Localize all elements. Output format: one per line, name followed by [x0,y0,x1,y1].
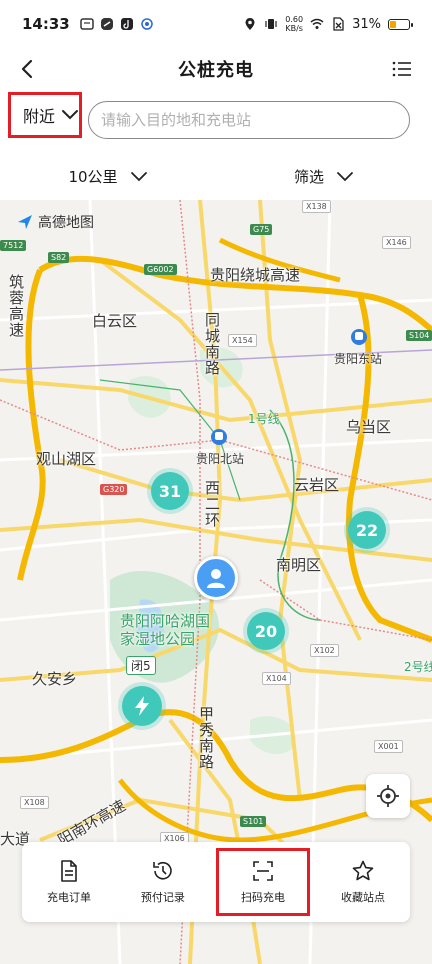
map-label-jiuan: 久安乡 [32,670,78,688]
road-shield: S101 [240,816,267,827]
map-label-baiyun: 白云区 [92,312,138,330]
filter-row: 10公里 筛选 [0,152,432,200]
road-shield: X138 [302,200,331,213]
status-bar: 14:33 0.60 KB/s 31% [0,0,432,48]
road-shield: G320 [100,484,128,495]
map-label-wetland: 贵阳阿哈湖国家湿地公园 [120,612,211,648]
map-label-line1: 1号线 [248,412,280,426]
amap-logo-icon [18,215,32,229]
map-label-nanming: 南明区 [276,556,322,574]
battery-icon [388,18,413,30]
chevron-down-icon [337,171,353,181]
road-shield: G6002 [144,264,177,275]
search-row: 附近 [0,90,432,152]
title-bar: 公桩充电 [0,48,432,90]
network-speed: 0.60 KB/s [285,15,303,33]
net-speed-unit: KB/s [285,24,303,33]
map-label-xier: 西二环 [203,480,221,528]
notification-app-icon [100,18,113,30]
search-box[interactable] [88,101,410,139]
status-right: 0.60 KB/s 31% [243,15,413,33]
filter-label: 筛选 [293,167,324,186]
favorite-stations-button[interactable]: 收藏站点 [316,842,410,922]
net-speed-value: 0.60 [285,15,304,24]
no-sim-icon [333,17,344,31]
app-icon [141,18,153,30]
notification-icons [80,17,154,31]
history-icon [153,861,172,880]
train-station-icon [211,429,227,445]
station-cluster[interactable]: 22 [348,511,386,549]
locate-button[interactable] [366,774,410,818]
map-label-tongcheng: 同城南路 [203,312,221,376]
road-shield: X001 [374,740,403,753]
location-icon [245,18,255,30]
map-label-zhurong: 筑蓉高速 [7,274,25,338]
prepay-history-button[interactable]: 预付记录 [116,842,210,922]
station-cluster[interactable]: 20 [247,612,285,650]
road-shield: X154 [228,334,257,347]
nearby-label: 附近 [23,107,56,126]
road-shield: X108 [20,796,49,809]
road-shield: S104 [406,330,432,341]
chevron-down-icon [130,171,147,181]
map-label-guiyang-north: 贵阳北站 [196,452,245,466]
document-icon [61,860,77,882]
list-icon [392,61,411,77]
star-icon [352,860,374,881]
scan-icon [253,861,273,881]
map-label-jiaxiu: 甲秀南路 [197,706,215,770]
back-button[interactable] [14,56,40,82]
user-icon [207,569,225,588]
map-label-yunyan: 云岩区 [294,476,340,494]
road-shield: X146 [382,236,411,249]
current-location-marker [194,556,238,600]
vibrate-icon [265,19,277,29]
tool-label: 预付记录 [140,891,185,904]
chevron-down-icon [62,110,78,120]
distance-label: 10公里 [68,167,118,186]
charging-orders-button[interactable]: 充电订单 [22,842,116,922]
tiktok-icon [120,18,133,30]
map-label-ring-highway: 贵阳绕城高速 [210,266,301,284]
tool-label: 收藏站点 [341,891,386,904]
road-shield: X102 [310,644,339,657]
battery-percent: 31% [352,16,381,32]
crosshair-icon [377,785,399,807]
road-shield: G75 [250,224,273,235]
wifi-icon [310,18,324,29]
charging-station-marker[interactable] [122,686,162,726]
chevron-left-icon [21,59,33,79]
page-title: 公桩充电 [178,60,254,81]
tool-label: 扫码充电 [240,891,285,904]
filter-dropdown[interactable]: 筛选 [216,152,432,200]
map-label-wudang: 乌当区 [346,418,392,436]
road-shield: 7512 [0,240,27,251]
map-label-guanshanhu: 观山湖区 [36,450,97,468]
road-shield: S82 [48,252,70,263]
amap-logo: 高德地图 [16,212,94,232]
lightning-icon [135,696,149,716]
road-shield: X104 [262,672,291,685]
list-view-button[interactable] [390,57,414,81]
search-input[interactable] [101,111,409,129]
notification-app-icon [80,18,94,30]
map-label-line2: 2号线 [404,660,432,674]
tool-label: 充电订单 [46,891,91,904]
train-station-icon [351,329,367,345]
scan-charge-button[interactable]: 扫码充电 [215,848,311,916]
map-provider: 高德地图 [38,215,94,231]
station-cluster[interactable]: 31 [151,472,189,510]
distance-filter[interactable]: 10公里 [0,152,216,200]
map-label-guiyang-east: 贵阳东站 [334,352,383,366]
status-time: 14:33 [22,15,70,33]
closed-tag: 闭5 [126,656,156,675]
bottom-toolbar: 充电订单 预付记录 扫码充电 收藏站点 [22,842,410,922]
nearby-dropdown[interactable]: 附近 [8,92,82,138]
